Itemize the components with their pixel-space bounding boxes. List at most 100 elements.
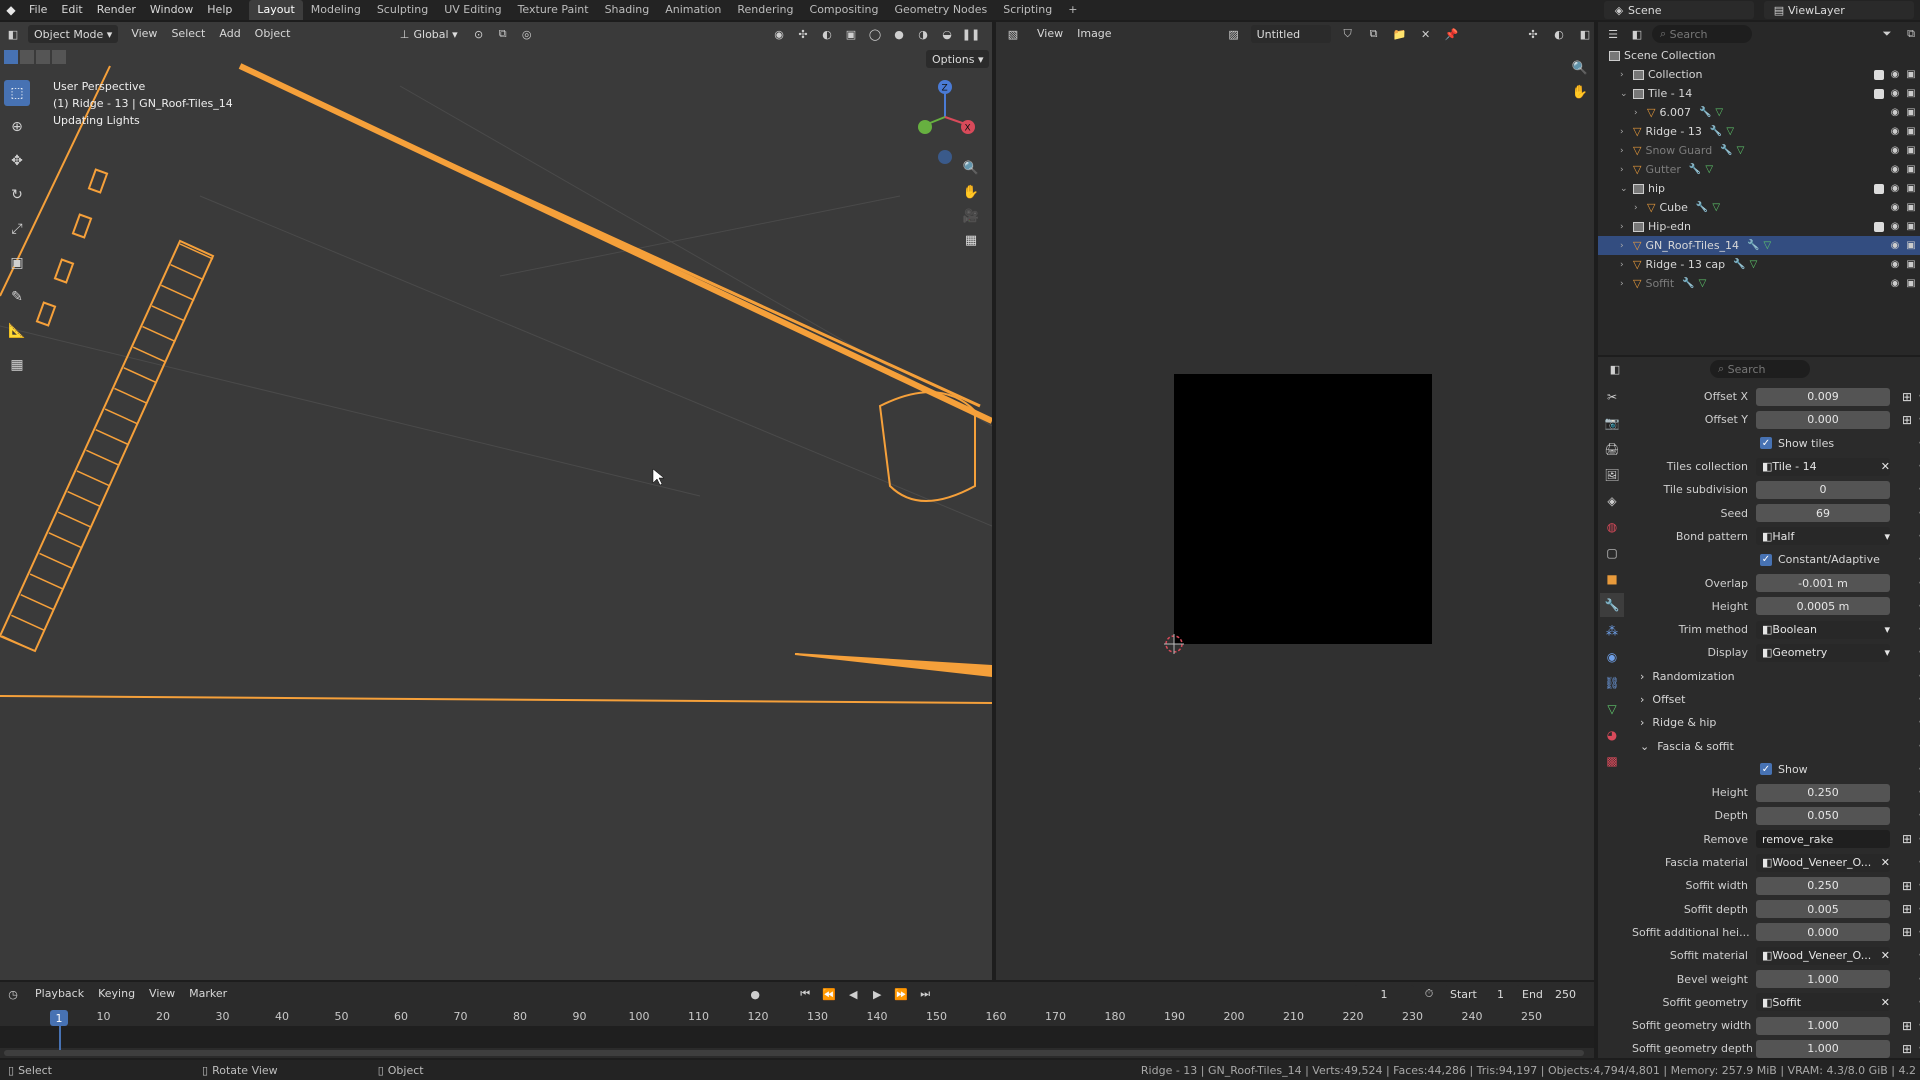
prop-field-display[interactable]: ◧ Geometry ▾ (1756, 643, 1890, 662)
scene-selector[interactable]: ◈ Scene (1604, 1, 1754, 19)
timeline-menu-keying[interactable]: Keying (91, 984, 142, 1004)
prop-field-soffit-width[interactable]: 0.250 (1756, 876, 1890, 895)
outliner-search-input[interactable]: ⌕ Search (1652, 25, 1752, 43)
workspace-tab-compositing[interactable]: Compositing (802, 0, 887, 20)
add-workspace-button[interactable]: + (1060, 0, 1085, 20)
prop-field-height[interactable]: 0.0005 m (1756, 597, 1890, 616)
clock-icon[interactable]: ⏱ (1420, 985, 1438, 1003)
collapsed-arrow-icon[interactable]: › (1620, 279, 1630, 289)
2d-cursor-icon[interactable] (1162, 632, 1186, 656)
panel-ridge-hip[interactable]: › Ridge & hip (1632, 716, 1716, 729)
workspace-tab-layout[interactable]: Layout (249, 0, 303, 20)
overlay-icon[interactable]: ◐ (1550, 25, 1568, 43)
exclude-checkbox-icon[interactable] (1874, 88, 1884, 99)
timeline-scrollbar[interactable] (4, 1050, 1584, 1056)
rotate-tool-icon[interactable]: ↻ (4, 182, 30, 208)
pause-icon[interactable]: ❚❚ (962, 25, 980, 43)
prop-field-seed[interactable]: 69 (1756, 504, 1890, 523)
visibility-icon[interactable]: ◉ (770, 25, 788, 43)
tool-tab-icon[interactable]: ✂ (1600, 385, 1624, 409)
rendered-shading-icon[interactable]: ◒ (938, 25, 956, 43)
input-socket-icon[interactable]: ⊞ (1900, 413, 1914, 427)
prop-field-fascia-material[interactable]: ◧ Wood_Veneer_O... ✕ (1756, 853, 1890, 872)
outliner-row-ridge-13-cap[interactable]: › ▽ Ridge - 13 cap 🔧 ▽ ◉ ▣ (1598, 255, 1920, 274)
visibility-eye-icon[interactable]: ◉ (1890, 126, 1900, 137)
panel-fascia-soffit[interactable]: ⌄ Fascia & soffit (1632, 740, 1734, 753)
outliner-row-collection[interactable]: › Collection ◉ ▣ (1598, 65, 1920, 84)
render-camera-icon[interactable]: ▣ (1906, 145, 1916, 156)
prop-field-trim-method[interactable]: ◧ Boolean ▾ (1756, 620, 1890, 639)
prop-field-soffit-geometry-width[interactable]: 1.000 (1756, 1016, 1890, 1035)
menu-render[interactable]: Render (90, 0, 143, 20)
frame-ruler[interactable]: 10 20 30 40 50 60 70 80 90 100 110 120 130 140 150 160 1… (0, 1006, 1594, 1026)
outliner-row-tile-14[interactable]: ⌄ Tile - 14 ◉ ▣ (1598, 84, 1920, 103)
camera-view-icon[interactable]: 🎥 (959, 204, 983, 228)
collapsed-arrow-icon[interactable]: › (1620, 260, 1630, 270)
filter-icon[interactable]: ⏷ (1878, 25, 1896, 43)
outliner-row-snow-guard[interactable]: › ▽ Snow Guard 🔧 ▽ ◉ ▣ (1598, 141, 1920, 160)
workspace-tab-uv-editing[interactable]: UV Editing (436, 0, 509, 20)
annotate-tool-icon[interactable]: ✎ (4, 284, 30, 310)
constraints-tab-icon[interactable]: ⛓ (1600, 671, 1624, 695)
prop-field-tile-subdivision[interactable]: 0 (1756, 480, 1890, 499)
editor-type-icon[interactable]: ▧ (1004, 25, 1022, 43)
prop-field-bevel-weight[interactable]: 1.000 (1756, 970, 1890, 989)
next-keyframe-icon[interactable]: ⏩ (892, 985, 910, 1003)
input-socket-icon[interactable]: ⊞ (1900, 1019, 1914, 1033)
snap-icon[interactable]: ⧉ (494, 25, 512, 43)
prop-field-soffit-additional-hei[interactable]: 0.000 (1756, 923, 1890, 942)
particles-tab-icon[interactable]: ⁂ (1600, 619, 1624, 643)
display-channels-icon[interactable]: ◧ (1576, 25, 1594, 43)
modifier-tab-icon[interactable]: 🔧 (1600, 593, 1624, 617)
editor-type-icon[interactable]: ☰ (1604, 25, 1622, 43)
prev-keyframe-icon[interactable]: ⏪ (820, 985, 838, 1003)
exclude-checkbox-icon[interactable] (1874, 183, 1884, 194)
visibility-eye-icon[interactable]: ◉ (1890, 259, 1900, 270)
play-icon[interactable]: ▶ (868, 985, 886, 1003)
zoom-icon[interactable]: 🔍 (1568, 56, 1592, 80)
visibility-eye-icon[interactable]: ◉ (1890, 240, 1900, 251)
ortho-toggle-icon[interactable]: ▦ (959, 228, 983, 252)
input-socket-icon[interactable]: ⊞ (1900, 925, 1914, 939)
render-camera-icon[interactable]: ▣ (1906, 221, 1916, 232)
timeline-menu-view[interactable]: View (142, 984, 182, 1004)
visibility-eye-icon[interactable]: ◉ (1890, 107, 1900, 118)
workspace-tab-scripting[interactable]: Scripting (995, 0, 1060, 20)
outliner-row-6-007[interactable]: › ▽ 6.007 🔧 ▽ ◉ ▣ (1598, 103, 1920, 122)
render-camera-icon[interactable]: ▣ (1906, 202, 1916, 213)
select-subtract-icon[interactable] (36, 50, 50, 64)
display-mode-icon[interactable]: ◧ (1628, 25, 1646, 43)
prop-field-height[interactable]: 0.250 (1756, 783, 1890, 802)
cursor-tool-icon[interactable]: ⊕ (4, 114, 30, 140)
jump-end-icon[interactable]: ⏭ (916, 985, 934, 1003)
workspace-tab-animation[interactable]: Animation (657, 0, 729, 20)
timeline-menu-playback[interactable]: Playback (28, 984, 91, 1004)
xray-icon[interactable]: ▣ (842, 25, 860, 43)
collapsed-arrow-icon[interactable]: › (1620, 127, 1630, 137)
pivot-icon[interactable]: ⊙ (470, 25, 488, 43)
menu-file[interactable]: File (22, 0, 54, 20)
solid-shading-icon[interactable]: ● (890, 25, 908, 43)
object-tab-icon[interactable]: ■ (1600, 567, 1624, 591)
move-tool-icon[interactable]: ✥ (4, 148, 30, 174)
checkbox-constant-adaptive[interactable]: ✓ Constant/Adaptive (1760, 553, 1880, 566)
view-layer-tab-icon[interactable]: 🖼 (1600, 463, 1624, 487)
open-image-icon[interactable]: 📁 (1391, 25, 1409, 43)
viewport-menu-add[interactable]: Add (212, 24, 247, 44)
clear-x-icon[interactable]: ✕ (1881, 460, 1890, 473)
input-socket-icon[interactable]: ⊞ (1900, 1042, 1914, 1056)
render-camera-icon[interactable]: ▣ (1906, 259, 1916, 270)
viewport-menu-object[interactable]: Object (248, 24, 298, 44)
image-menu-image[interactable]: Image (1070, 24, 1118, 44)
prop-field-soffit-depth[interactable]: 0.005 (1756, 900, 1890, 919)
workspace-tab-modeling[interactable]: Modeling (303, 0, 369, 20)
panel-offset[interactable]: › Offset (1632, 693, 1685, 706)
outliner-row-soffit[interactable]: › ▽ Soffit 🔧 ▽ ◉ ▣ (1598, 274, 1920, 293)
menu-edit[interactable]: Edit (54, 0, 89, 20)
new-image-icon[interactable]: ⧉ (1365, 25, 1383, 43)
panel-randomization[interactable]: › Randomization (1632, 670, 1735, 683)
playhead-frame-label[interactable]: 1 (50, 1010, 68, 1026)
input-socket-icon[interactable]: ⊞ (1900, 390, 1914, 404)
visibility-eye-icon[interactable]: ◉ (1890, 183, 1900, 194)
end-frame-field[interactable]: End 250 (1516, 985, 1582, 1003)
